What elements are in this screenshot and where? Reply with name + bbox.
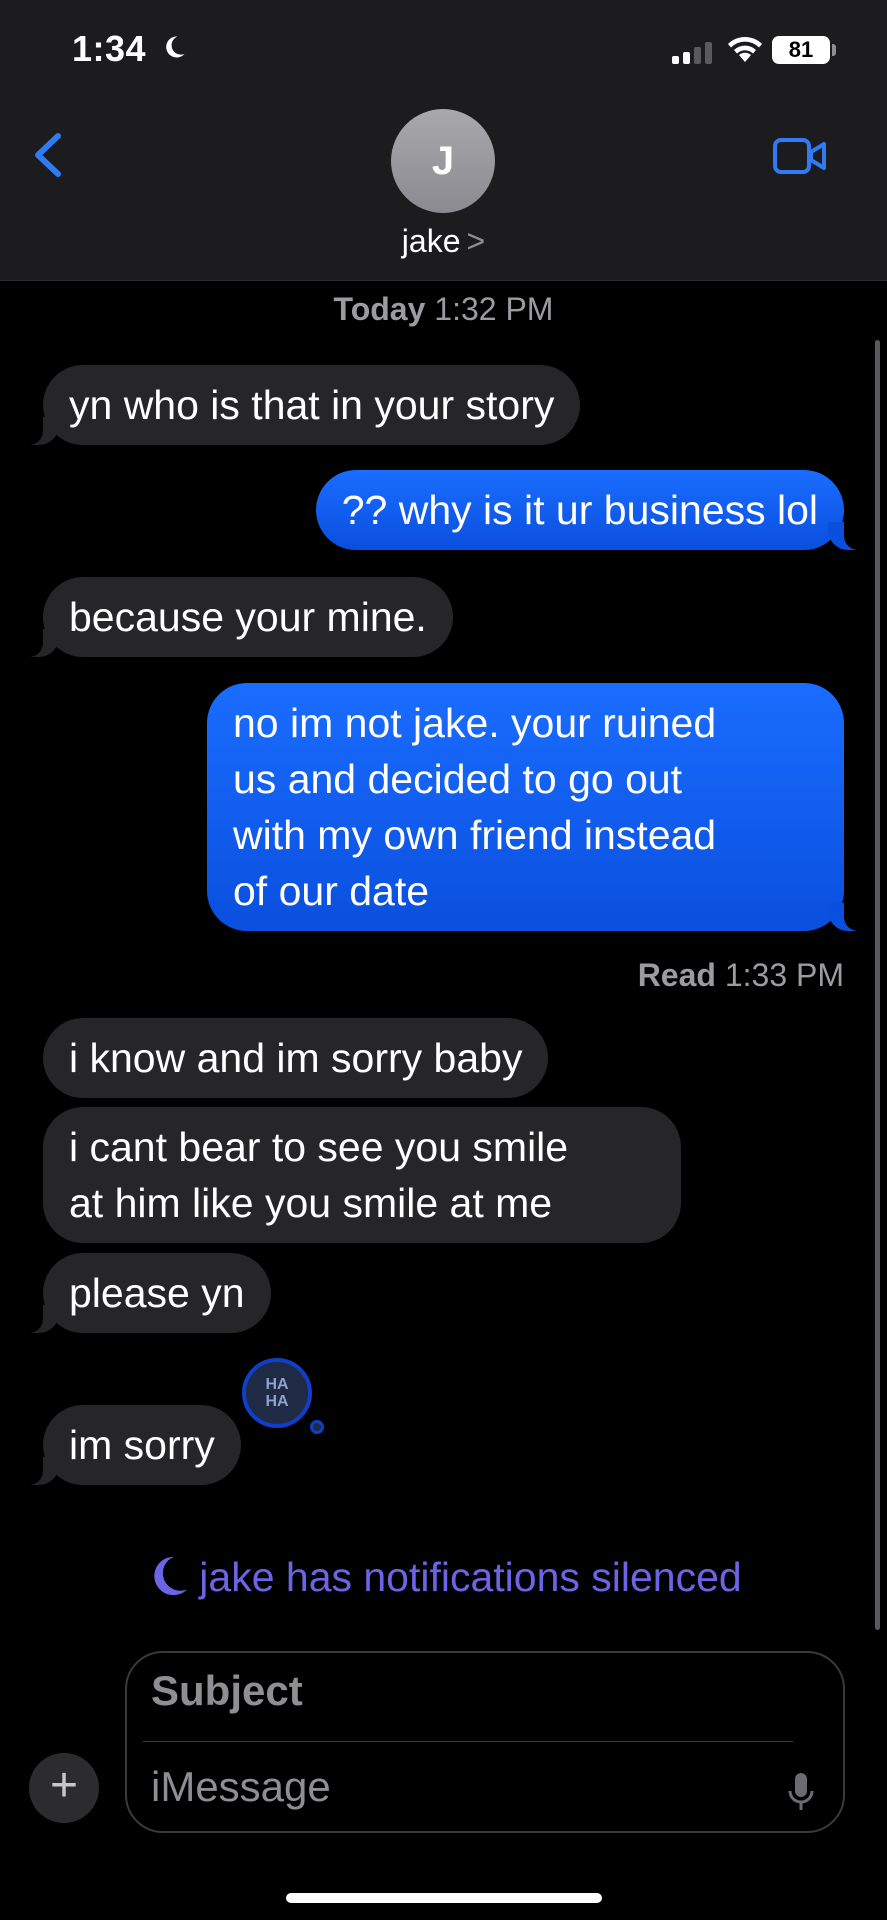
- message-composer[interactable]: Subject: [125, 1651, 845, 1833]
- conversation-timestamp: Today 1:32 PM: [0, 291, 887, 328]
- timestamp-time: 1:32 PM: [434, 291, 554, 327]
- message-bubble-incoming[interactable]: please yn: [19, 1253, 271, 1333]
- subject-field[interactable]: Subject: [151, 1667, 303, 1715]
- focus-moon-icon: [166, 36, 185, 58]
- notifications-silenced-notice: jake has notifications silenced: [0, 1553, 887, 1601]
- message-line: at him like you smile at me: [69, 1180, 553, 1226]
- silenced-text: jake has notifications silenced: [199, 1554, 742, 1600]
- tapback-tail: [310, 1420, 324, 1434]
- chevron-right-icon: >: [466, 223, 486, 259]
- message-text: please yn: [69, 1270, 245, 1316]
- message-line: with my own friend instead: [233, 812, 717, 858]
- video-camera-icon[interactable]: [772, 136, 828, 176]
- read-receipt: Read 1:33 PM: [638, 957, 844, 994]
- back-chevron-icon[interactable]: [28, 130, 68, 180]
- contact-avatar[interactable]: J: [391, 109, 495, 213]
- message-bubble-incoming[interactable]: im sorry: [19, 1405, 241, 1485]
- status-time: 1:34: [72, 28, 147, 69]
- read-label: Read: [637, 957, 716, 993]
- plus-button[interactable]: +: [29, 1753, 99, 1823]
- message-bubble-incoming[interactable]: yn who is that in your story: [18, 365, 581, 445]
- message-text: yn who is that in your story: [69, 382, 555, 428]
- wifi-icon: [728, 36, 762, 62]
- message-text: because your mine.: [69, 594, 427, 640]
- imessage-input[interactable]: [151, 1763, 711, 1811]
- battery-icon: 81: [772, 36, 830, 64]
- battery-nub: [832, 44, 836, 56]
- signal-icon: [672, 42, 712, 64]
- moon-icon: [154, 1556, 188, 1596]
- read-time: 1:33 PM: [724, 957, 844, 993]
- composer-divider: [143, 1741, 793, 1742]
- message-text: im sorry: [69, 1422, 215, 1468]
- message-bubble-incoming[interactable]: i know and im sorry baby: [43, 1018, 549, 1098]
- message-line: of our date: [233, 868, 430, 914]
- message-line: us and decided to go out: [233, 756, 683, 802]
- message-line: no im not jake. your ruined: [233, 700, 717, 746]
- tapback-text: HA: [265, 1393, 289, 1410]
- haha-tapback-icon[interactable]: HA HA: [242, 1358, 312, 1428]
- message-bubble-outgoing[interactable]: no im not jake. your ruined us and decid…: [207, 683, 868, 931]
- contact-name: jake: [401, 223, 461, 259]
- microphone-icon[interactable]: [787, 1771, 815, 1813]
- home-indicator[interactable]: [286, 1893, 602, 1903]
- conversation-header: 1:34 81 J jake >: [0, 0, 887, 281]
- message-bubble-outgoing[interactable]: ?? why is it ur business lol: [315, 470, 869, 550]
- message-text: i know and im sorry baby: [69, 1035, 523, 1081]
- message-line: i cant bear to see you smile: [69, 1124, 569, 1170]
- scrollbar[interactable]: [875, 340, 880, 1630]
- message-text: ?? why is it ur business lol: [341, 487, 818, 533]
- message-bubble-incoming[interactable]: because your mine.: [19, 577, 453, 657]
- message-bubble-incoming[interactable]: i cant bear to see you smile at him like…: [43, 1107, 681, 1243]
- tapback-text: HA: [265, 1376, 289, 1393]
- timestamp-day: Today: [333, 291, 426, 327]
- contact-name-button[interactable]: jake >: [0, 223, 887, 260]
